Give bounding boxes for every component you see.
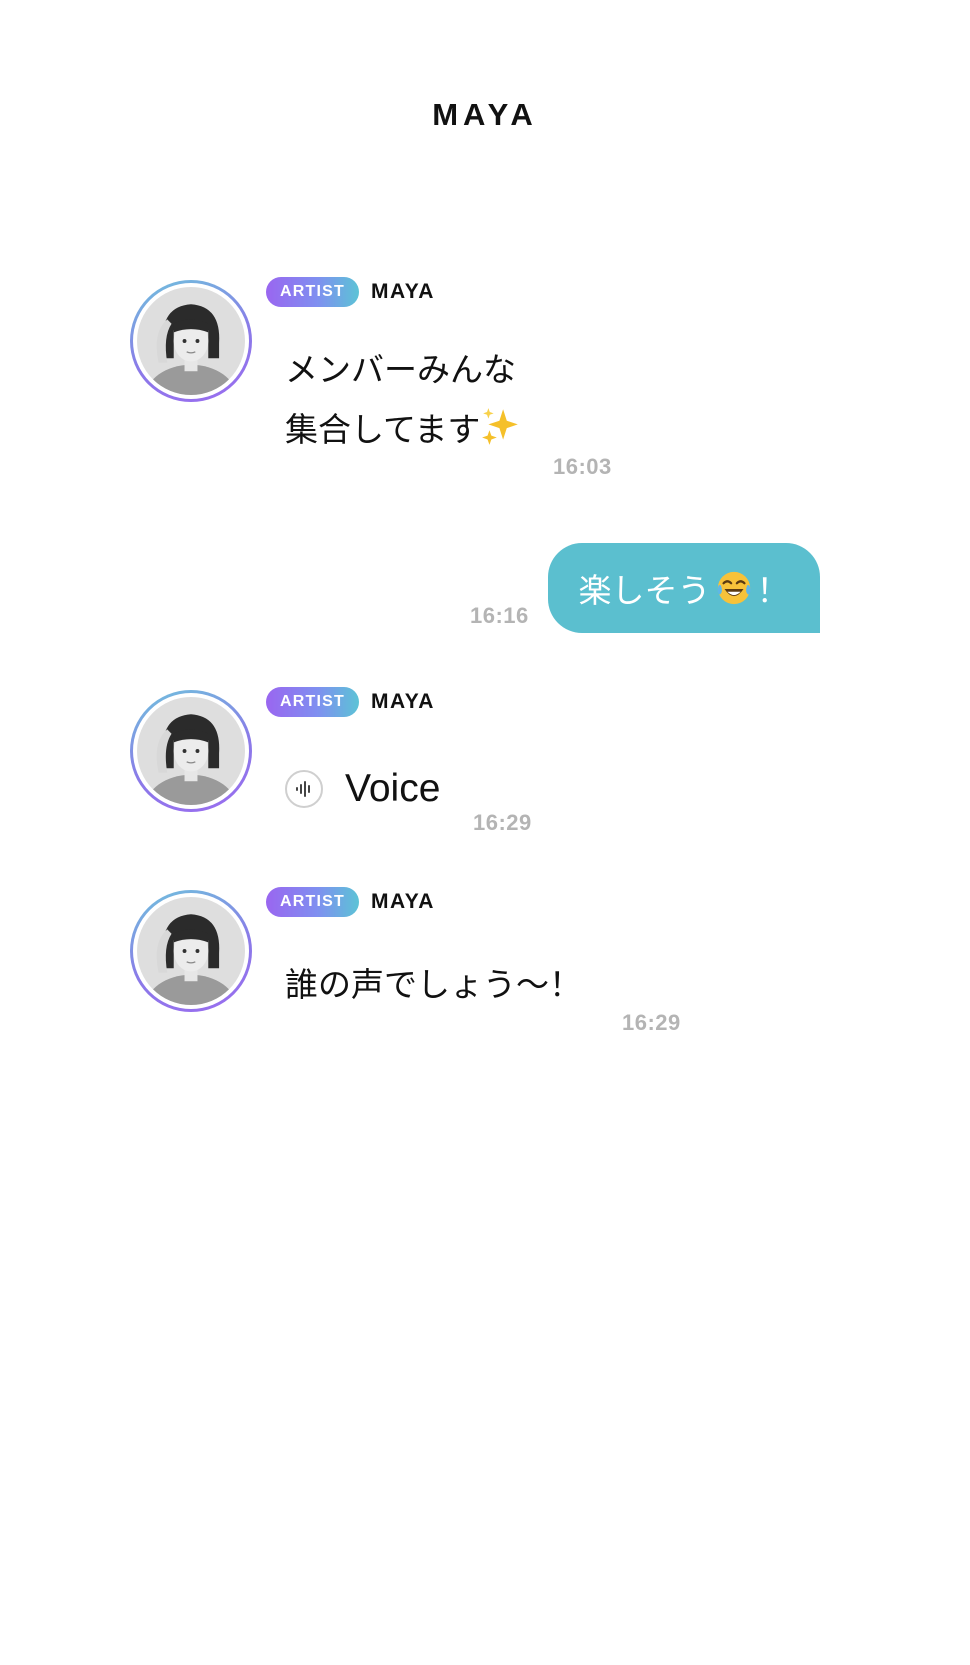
- message-timestamp: 16:03: [553, 454, 612, 479]
- message-text: 誰の声でしょう～！: [285, 955, 582, 1015]
- message-timestamp: 16:29: [473, 810, 532, 835]
- artist-badge: ARTIST: [266, 277, 359, 307]
- sparkles-emoji: [482, 408, 519, 445]
- voice-waveform-icon[interactable]: [285, 770, 323, 808]
- message-text: メンバーみんな 集合してます: [285, 340, 522, 460]
- sender-row: ARTIST MAYA: [266, 277, 435, 307]
- avatar-photo: [137, 287, 245, 395]
- sender-row: ARTIST MAYA: [266, 887, 435, 917]
- avatar[interactable]: [130, 690, 252, 812]
- message-line: 誰の声でしょう～！: [285, 965, 582, 1004]
- message-timestamp: 16:16: [470, 603, 529, 628]
- message-line: 集合してます: [285, 410, 481, 449]
- outgoing-message-bubble: 楽しそう ！: [548, 543, 820, 633]
- message-text: 楽しそう: [578, 571, 711, 610]
- avatar-photo: [137, 897, 245, 1005]
- artist-badge: ARTIST: [266, 887, 359, 917]
- avatar-photo: [137, 697, 245, 805]
- voice-message[interactable]: Voice: [285, 767, 440, 811]
- artist-badge: ARTIST: [266, 687, 359, 717]
- avatar[interactable]: [130, 280, 252, 402]
- sender-name: MAYA: [370, 890, 435, 913]
- voice-label: Voice: [345, 767, 441, 810]
- message-punctuation: ！: [756, 571, 790, 610]
- chat-title: MAYA: [432, 97, 538, 132]
- sender-name: MAYA: [370, 280, 435, 303]
- message-timestamp: 16:29: [622, 1010, 681, 1035]
- avatar[interactable]: [130, 890, 252, 1012]
- sender-name: MAYA: [370, 690, 435, 713]
- tears-of-joy-emoji: [717, 571, 750, 605]
- sender-row: ARTIST MAYA: [266, 687, 435, 717]
- message-line: メンバーみんな: [285, 350, 516, 389]
